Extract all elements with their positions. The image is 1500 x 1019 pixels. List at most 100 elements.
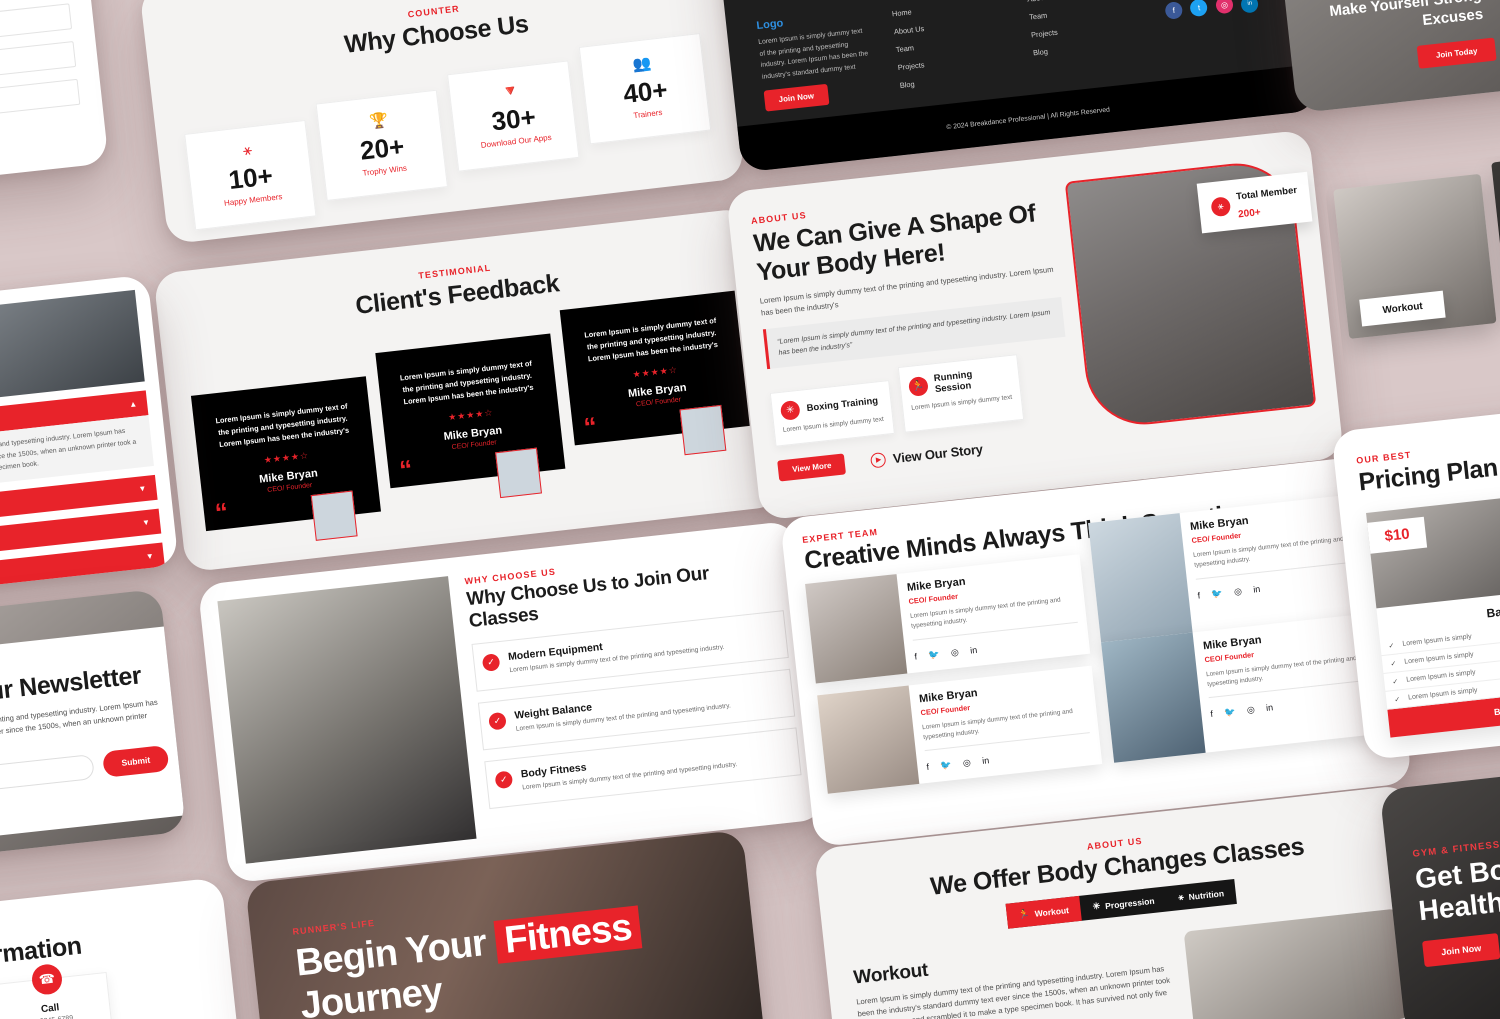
tab-label: Nutrition xyxy=(1188,887,1225,902)
join-now-button[interactable]: Join Now xyxy=(1422,933,1500,968)
check-icon: ✓ xyxy=(488,711,507,731)
classes-image xyxy=(1183,908,1410,1019)
why-image xyxy=(217,576,477,864)
footer-link-home[interactable]: Home xyxy=(892,0,1004,18)
testimonial-card: Lorem Ipsum is simply dummy text of the … xyxy=(559,290,750,455)
team-member: Mike Bryan CEO/ Founder Lorem Ipsum is s… xyxy=(805,554,1091,683)
counter-cell: 👥 40+ Trainers xyxy=(578,33,712,145)
twitter-icon[interactable]: 🐦 xyxy=(1224,706,1236,717)
facebook-icon[interactable]: f xyxy=(914,651,918,661)
footer-link2-projects[interactable]: Projects xyxy=(1031,18,1143,40)
service-card-running[interactable]: 🏃 Running Session Lorem Ipsum is simply … xyxy=(897,354,1025,433)
instagram-icon[interactable]: ◎ xyxy=(1246,704,1255,715)
hero-title-highlight: Fitness xyxy=(493,905,643,964)
twitter-icon[interactable]: 🐦 xyxy=(928,648,940,659)
check-icon: ✓ xyxy=(494,770,514,790)
view-more-button[interactable]: View More xyxy=(777,453,847,482)
service-title: Running Session xyxy=(933,369,973,396)
facebook-icon[interactable]: f xyxy=(1164,1,1184,20)
pricing-price: $10 xyxy=(1367,516,1428,554)
testimonial-quote: Lorem Ipsum is simply dummy text of the … xyxy=(399,358,534,406)
footer-link-blog[interactable]: Blog xyxy=(899,69,1011,90)
running-icon: 🏃 xyxy=(907,375,929,397)
member-photo xyxy=(1088,513,1194,652)
instagram-icon[interactable]: ◎ xyxy=(962,757,971,768)
workout-icon: 🏃 xyxy=(1017,908,1031,920)
progression-icon: ✳ xyxy=(1092,900,1101,912)
footer-link-team[interactable]: Team xyxy=(895,33,1007,54)
member-photo xyxy=(1101,631,1206,763)
phone-icon: ☎ xyxy=(30,962,64,996)
twitter-icon[interactable]: 🐦 xyxy=(1211,588,1223,599)
twitter-icon[interactable]: 🐦 xyxy=(940,759,952,770)
instagram-icon[interactable]: ◎ xyxy=(1233,585,1242,596)
play-icon[interactable]: ▶ xyxy=(870,451,887,469)
badge-value: 200+ xyxy=(1237,207,1262,221)
contact-section: HELP SERVICE Contact Information ✉ Email… xyxy=(0,877,245,1019)
facebook-icon[interactable]: f xyxy=(926,762,930,772)
about-section: ABOUT US We Can Give A Shape Of Your Bod… xyxy=(725,129,1345,521)
boxing-icon: ✳ xyxy=(779,399,801,421)
footer-join-button[interactable]: Join Now xyxy=(763,84,830,112)
footer-brand-column: Logo Lorem Ipsum is simply dummy text of… xyxy=(756,8,877,114)
counter-cell: 🏆 20+ Trophy Wins xyxy=(315,89,448,201)
member-photo xyxy=(805,574,908,683)
counter-cell: ⚹ 10+ Happy Members xyxy=(184,119,317,231)
instagram-icon[interactable]: ◎ xyxy=(1215,0,1234,15)
footer-link2-blog[interactable]: Blog xyxy=(1033,36,1145,58)
testimonial-section: TESTIMONIAL Client's Feedback Lorem Ipsu… xyxy=(153,207,783,573)
tab-nutrition[interactable]: ⚹ Nutrition xyxy=(1165,879,1237,911)
member-icon: ⚹ xyxy=(1210,195,1232,217)
footer-link2-team[interactable]: Team xyxy=(1029,1,1141,22)
newsletter-section: UPDATES & NEWS Subscribe Our Newsletter … xyxy=(0,588,187,872)
twitter-icon[interactable]: t xyxy=(1189,0,1209,18)
instagram-icon[interactable]: ◎ xyxy=(950,646,959,657)
contact-card-call[interactable]: ☎ Call +1-2345-6789 xyxy=(0,962,114,1019)
tab-label: Progression xyxy=(1104,895,1156,911)
newsletter-submit-button[interactable]: Submit xyxy=(102,745,170,779)
badge-title: Total Member xyxy=(1235,184,1298,203)
testimonial-quote: Lorem Ipsum is simply dummy text of the … xyxy=(215,401,350,449)
chevron-down-icon: ▼ xyxy=(145,551,155,561)
facebook-icon[interactable]: f xyxy=(1210,709,1214,719)
counter-cell: 🔻 30+ Download Our Apps xyxy=(447,60,580,172)
facebook-icon[interactable]: f xyxy=(1197,590,1201,600)
hero-title: Begin Your Fitness Journey xyxy=(294,893,759,1019)
quote-mark-icon: “ xyxy=(397,453,415,485)
footer-contact-column: ☎ +1-2345-6789-33 f t ◎ in xyxy=(1162,0,1283,70)
chevron-down-icon: ▼ xyxy=(141,517,151,528)
chevron-down-icon: ▼ xyxy=(137,483,147,494)
mockup-canvas: Lorem Ipsum is simply dummy text Lorem I… xyxy=(0,0,1500,1019)
view-story-label[interactable]: View Our Story xyxy=(892,441,983,466)
why-choose-section: WHY CHOOSE US Why Choose Us to Join Our … xyxy=(197,520,827,884)
nutrition-icon: ⚹ xyxy=(1177,891,1185,903)
team-member: Mike Bryan CEO/ Founder Lorem Ipsum is s… xyxy=(817,665,1103,794)
form-panel: Lorem Ipsum is simply dummy text Lorem I… xyxy=(0,0,109,196)
avatar xyxy=(679,404,727,455)
faq-section: Why Dummy Text? ▲ Lorem Ipsum is simply … xyxy=(0,274,179,602)
footer-link-about[interactable]: About Us xyxy=(893,15,1005,36)
member-photo xyxy=(817,684,920,794)
form-input-3[interactable] xyxy=(0,78,81,133)
linkedin-icon[interactable]: in xyxy=(970,644,978,655)
footer-nav-two: About Us Team Projects Blog xyxy=(1026,0,1147,84)
footer-about-text: Lorem Ipsum is simply dummy text of the … xyxy=(757,27,869,81)
counter-section: COUNTER Why Choose Us ⚹ 10+ Happy Member… xyxy=(139,0,745,245)
tab-workout[interactable]: 🏃 Workout xyxy=(1005,895,1083,929)
service-title: Boxing Training xyxy=(806,395,879,414)
tab-progression[interactable]: ✳ Progression xyxy=(1079,887,1167,921)
cta-section: Make Yourself Stronger Than Your Excuses… xyxy=(1276,0,1500,114)
linkedin-icon[interactable]: in xyxy=(982,755,990,766)
join-today-button[interactable]: Join Today xyxy=(1416,37,1497,69)
linkedin-icon[interactable]: in xyxy=(1253,583,1261,594)
service-card-boxing[interactable]: ✳ Boxing Training Lorem Ipsum is simply … xyxy=(769,379,895,447)
cta-title: Make Yourself Stronger Than Your Excuses xyxy=(1328,0,1500,29)
workout-cards-section: Workout xyxy=(1324,142,1500,383)
linkedin-icon[interactable]: in xyxy=(1266,702,1274,713)
quote-mark-icon: “ xyxy=(213,496,230,528)
tab-label: Workout xyxy=(1034,904,1070,919)
footer-link-projects[interactable]: Projects xyxy=(897,51,1009,72)
newsletter-email-input[interactable] xyxy=(0,753,96,805)
linkedin-icon[interactable]: in xyxy=(1240,0,1260,14)
testimonial-quote: Lorem Ipsum is simply dummy text of the … xyxy=(583,315,719,364)
